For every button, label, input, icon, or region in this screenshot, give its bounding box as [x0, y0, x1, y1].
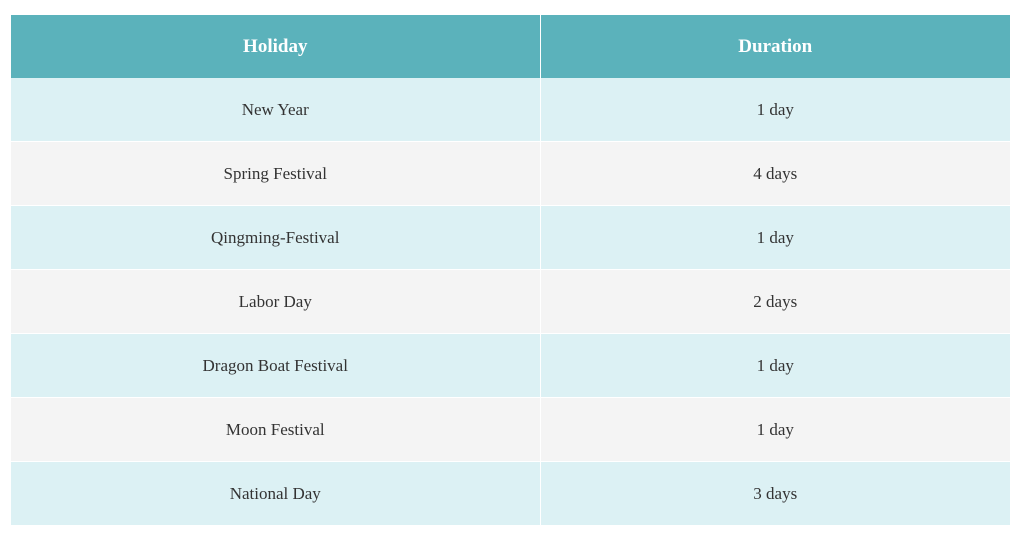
table-row: National Day 3 days — [11, 461, 1010, 526]
holiday-cell: Qingming-Festival — [11, 205, 541, 270]
table-body: New Year 1 day Spring Festival 4 days Qi… — [11, 78, 1010, 526]
holiday-cell: Spring Festival — [11, 141, 541, 206]
table-row: Moon Festival 1 day — [11, 397, 1010, 462]
duration-cell: 1 day — [540, 333, 1010, 398]
holiday-table: Holiday Duration New Year 1 day Spring F… — [11, 15, 1010, 526]
duration-cell: 1 day — [540, 205, 1010, 270]
table-row: Labor Day 2 days — [11, 269, 1010, 334]
table-row: New Year 1 day — [11, 78, 1010, 142]
column-header-holiday: Holiday — [11, 15, 541, 78]
holiday-cell: New Year — [11, 78, 541, 142]
duration-cell: 1 day — [540, 397, 1010, 462]
table-header: Holiday Duration — [11, 15, 1010, 78]
table-row: Dragon Boat Festival 1 day — [11, 333, 1010, 398]
holiday-cell: National Day — [11, 461, 541, 526]
duration-cell: 4 days — [540, 141, 1010, 206]
holiday-cell: Dragon Boat Festival — [11, 333, 541, 398]
holiday-cell: Moon Festival — [11, 397, 541, 462]
table-row: Qingming-Festival 1 day — [11, 205, 1010, 270]
header-row: Holiday Duration — [11, 15, 1010, 78]
duration-cell: 1 day — [540, 78, 1010, 142]
duration-cell: 2 days — [540, 269, 1010, 334]
holiday-cell: Labor Day — [11, 269, 541, 334]
table-row: Spring Festival 4 days — [11, 141, 1010, 206]
duration-cell: 3 days — [540, 461, 1010, 526]
column-header-duration: Duration — [540, 15, 1010, 78]
